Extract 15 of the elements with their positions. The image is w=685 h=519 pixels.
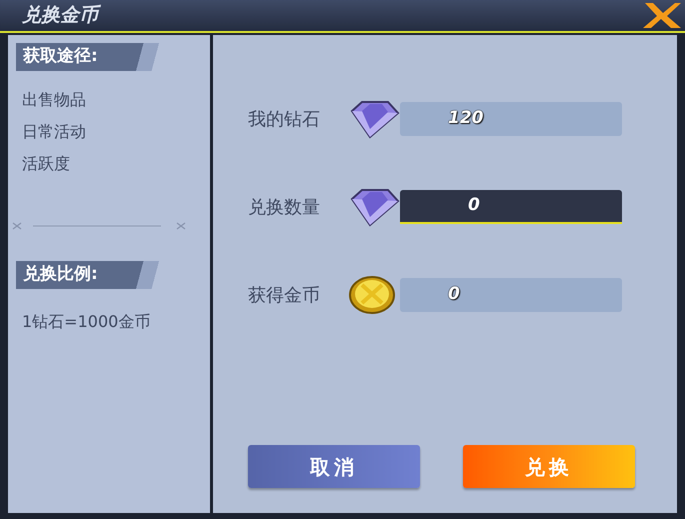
diamond-icon bbox=[348, 99, 400, 139]
info-text: 1钻石=1000金币 bbox=[22, 311, 152, 333]
cancel-button[interactable]: 取消 bbox=[248, 445, 420, 488]
info-text: 出售物品 bbox=[22, 89, 87, 111]
value-field[interactable]: 0 bbox=[400, 190, 622, 224]
value-field: 0 bbox=[400, 278, 622, 312]
exchange-button[interactable]: 兑换 bbox=[463, 445, 635, 488]
info-text: 日常活动 bbox=[22, 121, 87, 143]
close-icon[interactable] bbox=[641, 1, 681, 31]
field-label: 获得金币 bbox=[248, 284, 321, 308]
value-field: 120 bbox=[400, 102, 622, 136]
diamond-icon bbox=[348, 187, 400, 227]
field-label: 我的钻石 bbox=[248, 108, 321, 132]
field-label: 兑换数量 bbox=[248, 196, 321, 220]
info-text: 活跃度 bbox=[22, 153, 71, 175]
